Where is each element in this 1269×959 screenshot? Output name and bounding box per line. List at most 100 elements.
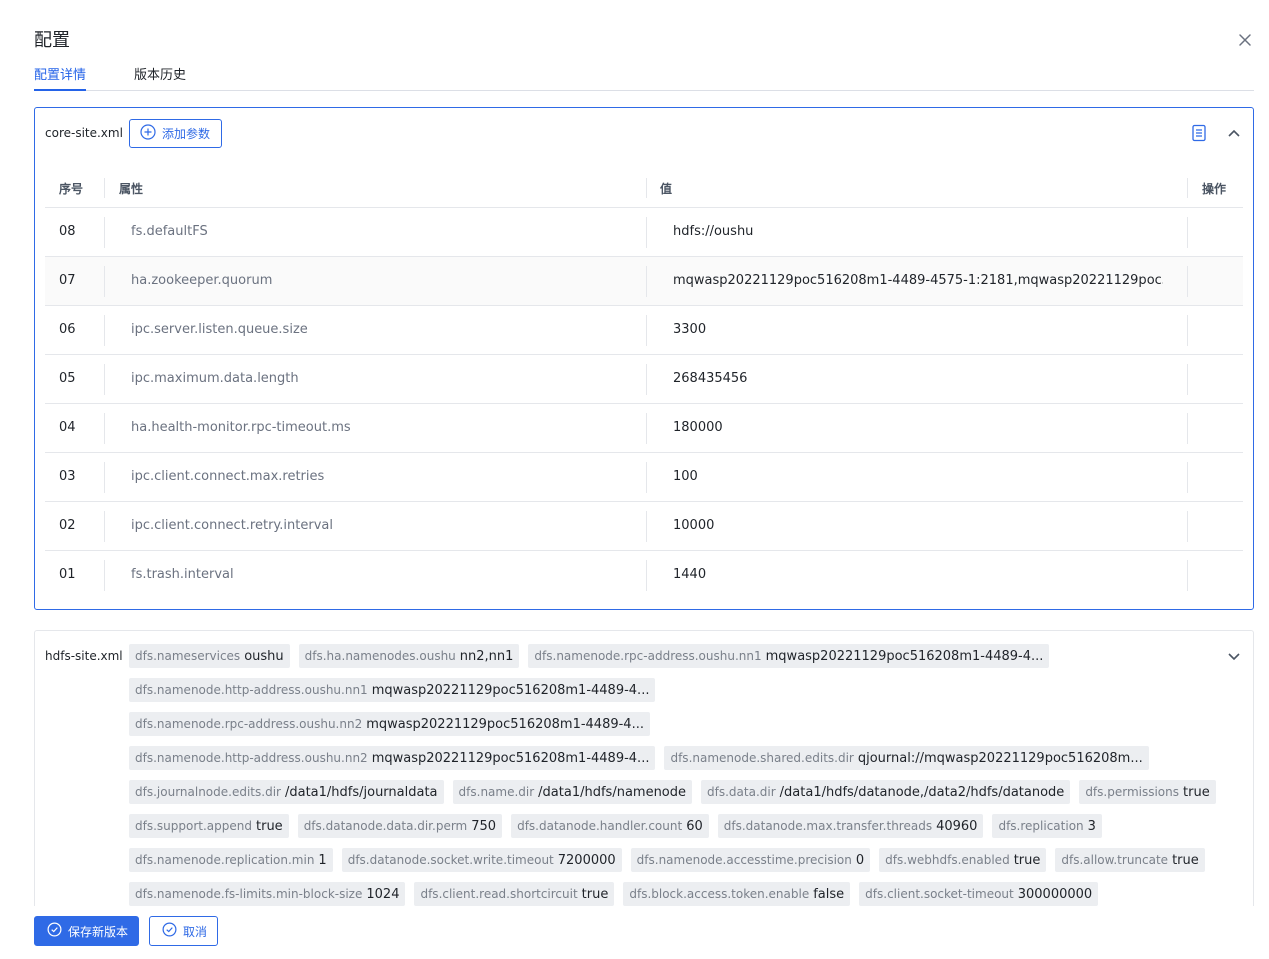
parameter-chip[interactable]: dfs.datanode.data.dir.perm 750 xyxy=(297,814,503,838)
table-row[interactable]: 05 ipc.maximum.data.length 268435456 xyxy=(45,355,1243,404)
table-row[interactable]: 04 ha.health-monitor.rpc-timeout.ms 180000 xyxy=(45,404,1243,453)
parameter-chip[interactable]: dfs.allow.truncate true xyxy=(1055,848,1205,872)
chip-row: dfs.journalnode.edits.dir/data1/hdfs/jou… xyxy=(129,780,1229,804)
row-property[interactable]: ha.zookeeper.quorum xyxy=(131,273,272,288)
parameter-value: true xyxy=(581,886,609,902)
row-value[interactable]: 3300 xyxy=(673,322,1163,337)
row-property[interactable]: fs.trash.interval xyxy=(131,567,234,582)
table-row[interactable]: 03 ipc.client.connect.max.retries 100 xyxy=(45,453,1243,502)
cancel-button[interactable]: 取消 xyxy=(149,916,218,946)
save-new-version-button[interactable]: 保存新版本 xyxy=(34,916,139,946)
parameter-key: dfs.datanode.max.transfer.threads xyxy=(723,819,933,833)
row-property[interactable]: fs.defaultFS xyxy=(131,224,208,239)
row-number: 07 xyxy=(59,273,76,288)
row-property[interactable]: ha.health-monitor.rpc-timeout.ms xyxy=(131,420,351,435)
chevron-up-icon[interactable] xyxy=(1226,125,1242,145)
row-property[interactable]: ipc.server.listen.queue.size xyxy=(131,322,308,337)
parameter-value: 7200000 xyxy=(557,852,616,868)
parameter-chip[interactable]: dfs.datanode.max.transfer.threads 40960 xyxy=(717,814,984,838)
parameter-key: dfs.replication xyxy=(998,819,1084,833)
parameter-chip[interactable]: dfs.namenode.replication.min 1 xyxy=(129,848,333,872)
tab-bar: 配置详情 版本历史 xyxy=(34,62,1254,91)
parameter-key: dfs.namenode.accesstime.precision xyxy=(636,853,852,867)
row-value[interactable]: mqwasp20221129poc516208m1-4489-4575-1:21… xyxy=(673,273,1163,288)
parameter-chip[interactable]: dfs.namenode.rpc-address.oushu.nn2 mqwasp… xyxy=(129,712,650,736)
row-value[interactable]: 180000 xyxy=(673,420,1163,435)
row-value[interactable]: hdfs://oushu xyxy=(673,224,1163,239)
row-number: 06 xyxy=(59,322,76,337)
parameter-chip[interactable]: dfs.namenode.fs-limits.min-block-size 102… xyxy=(129,882,406,906)
table-row[interactable]: 08 fs.defaultFS hdfs://oushu xyxy=(45,208,1243,257)
add-parameter-button[interactable]: 添加参数 xyxy=(129,119,222,148)
parameter-chip[interactable]: dfs.ha.namenodes.oushu nn2,nn1 xyxy=(298,644,520,668)
parameter-chip[interactable]: dfs.data.dir/data1/hdfs/datanode,/data2/… xyxy=(701,780,1071,804)
check-circle-icon xyxy=(47,922,62,940)
row-number: 08 xyxy=(59,224,76,239)
parameter-chip[interactable]: dfs.namenode.accesstime.precision 0 xyxy=(630,848,871,872)
parameter-chip[interactable]: dfs.name.dir/data1/hdfs/namenode xyxy=(452,780,693,804)
chip-row: dfs.support.append true dfs.datanode.data.… xyxy=(129,814,1229,838)
document-icon[interactable] xyxy=(1191,124,1207,146)
row-value[interactable]: 1440 xyxy=(673,567,1163,582)
parameter-chip[interactable]: dfs.permissions true xyxy=(1079,780,1216,804)
table-body: 08 fs.defaultFS hdfs://oushu 07 ha.zookeepe… xyxy=(45,208,1243,600)
chip-row: dfs.namenode.fs-limits.min-block-size 102… xyxy=(129,882,1229,906)
parameter-chip[interactable]: dfs.journalnode.edits.dir/data1/hdfs/jou… xyxy=(129,780,444,804)
parameter-key: dfs.namenode.rpc-address.oushu.nn1 xyxy=(534,649,762,663)
parameter-chip[interactable]: dfs.namenode.rpc-address.oushu.nn1 mqwasp… xyxy=(528,644,1050,668)
parameter-chip-list: dfs.nameservices oushu dfs.ha.namenodes.ou… xyxy=(129,644,1229,906)
parameter-value: 1024 xyxy=(366,886,400,902)
parameter-value: true xyxy=(256,818,283,834)
row-number: 01 xyxy=(59,567,76,582)
parameter-chip[interactable]: dfs.block.access.token.enable false xyxy=(623,882,851,906)
parameter-key: dfs.namenode.http-address.oushu.nn2 xyxy=(135,751,368,765)
tab-config-details[interactable]: 配置详情 xyxy=(34,64,87,91)
row-number: 03 xyxy=(59,469,76,484)
parameter-chip[interactable]: dfs.support.append true xyxy=(129,814,289,838)
dialog-title: 配置 xyxy=(34,30,70,51)
hdfs-site-panel: hdfs-site.xml dfs.nameservices oushu dfs.h… xyxy=(34,630,1254,906)
parameter-value: mqwasp20221129poc516208m1-4489-4... xyxy=(371,750,650,766)
row-number: 02 xyxy=(59,518,76,533)
parameter-key: dfs.datanode.data.dir.perm xyxy=(303,819,468,833)
parameter-chip[interactable]: dfs.namenode.shared.edits.dir qjournal://… xyxy=(664,746,1149,770)
table-row[interactable]: 06 ipc.server.listen.queue.size 3300 xyxy=(45,306,1243,355)
parameter-value: oushu xyxy=(244,648,284,664)
row-value[interactable]: 268435456 xyxy=(673,371,1163,386)
row-property[interactable]: ipc.client.connect.retry.interval xyxy=(131,518,333,533)
row-value[interactable]: 100 xyxy=(673,469,1163,484)
chip-row: dfs.namenode.http-address.oushu.nn2 mqwas… xyxy=(129,746,1229,770)
table-row[interactable]: 02 ipc.client.connect.retry.interval 10000 xyxy=(45,502,1243,551)
hdfs-site-filename: hdfs-site.xml xyxy=(45,649,123,663)
parameter-chip[interactable]: dfs.nameservices oushu xyxy=(129,644,290,668)
parameter-value: mqwasp20221129poc516208m1-4489-4... xyxy=(765,648,1044,664)
parameter-chip[interactable]: dfs.namenode.http-address.oushu.nn1 mqwas… xyxy=(129,678,656,702)
parameter-key: dfs.data.dir xyxy=(707,785,776,799)
parameter-chip[interactable]: dfs.client.socket-timeout 300000000 xyxy=(859,882,1099,906)
table-row[interactable]: 07 ha.zookeeper.quorum mqwasp20221129poc51… xyxy=(45,257,1243,306)
row-property[interactable]: ipc.maximum.data.length xyxy=(131,371,299,386)
parameter-chip[interactable]: dfs.datanode.socket.write.timeout 7200000 xyxy=(341,848,622,872)
parameter-key: dfs.namenode.fs-limits.min-block-size xyxy=(135,887,363,901)
parameter-chip[interactable]: dfs.datanode.handler.count 60 xyxy=(511,814,709,838)
parameter-chip[interactable]: dfs.webhdfs.enabled true xyxy=(879,848,1047,872)
row-value[interactable]: 10000 xyxy=(673,518,1163,533)
parameter-key: dfs.ha.namenodes.oushu xyxy=(304,649,456,663)
tab-version-history[interactable]: 版本历史 xyxy=(134,64,186,91)
close-icon[interactable] xyxy=(1236,31,1254,49)
parameter-chip[interactable]: dfs.replication 3 xyxy=(992,814,1102,838)
check-circle-icon xyxy=(162,922,177,940)
row-property[interactable]: ipc.client.connect.max.retries xyxy=(131,469,324,484)
parameter-value: /data1/hdfs/namenode xyxy=(538,784,687,800)
parameter-key: dfs.support.append xyxy=(135,819,252,833)
parameter-value: 750 xyxy=(471,818,497,834)
parameter-value: true xyxy=(1183,784,1210,800)
table-row[interactable]: 01 fs.trash.interval 1440 xyxy=(45,551,1243,600)
parameter-value: /data1/hdfs/datanode,/data2/hdfs/datanod… xyxy=(779,784,1065,800)
parameter-key: dfs.webhdfs.enabled xyxy=(885,853,1010,867)
parameter-value: 300000000 xyxy=(1017,886,1093,902)
parameter-chip[interactable]: dfs.client.read.shortcircuit true xyxy=(414,882,615,906)
parameter-chip[interactable]: dfs.namenode.http-address.oushu.nn2 mqwas… xyxy=(129,746,656,770)
parameter-value: 0 xyxy=(855,852,865,868)
save-new-version-label: 保存新版本 xyxy=(68,924,129,939)
